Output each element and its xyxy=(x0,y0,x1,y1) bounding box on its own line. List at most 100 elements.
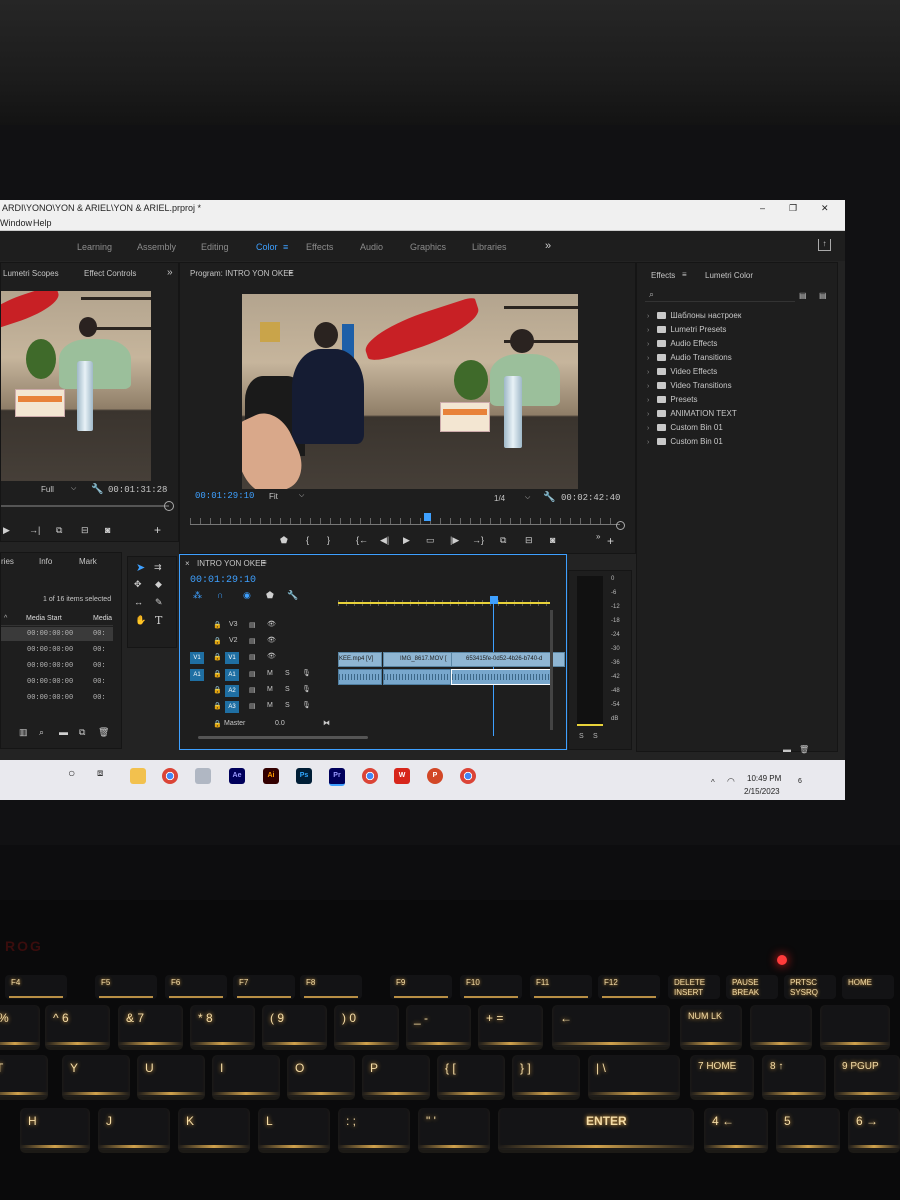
chrome-icon[interactable] xyxy=(162,768,178,784)
trash-icon[interactable]: 🗑 xyxy=(799,745,809,754)
find-icon[interactable]: ⌕ xyxy=(39,727,44,738)
play-icon[interactable]: ▶ xyxy=(403,535,410,546)
workspace-editing[interactable]: Editing xyxy=(201,242,229,252)
track-label-v2[interactable]: V2 xyxy=(229,637,238,644)
source-settings-icon[interactable]: 🔧 xyxy=(91,484,103,495)
add-marker-icon[interactable]: ⬟ xyxy=(266,590,274,601)
go-to-out-icon[interactable]: →} xyxy=(472,535,484,545)
key-num-4[interactable]: 4 ← xyxy=(704,1108,768,1153)
key-p[interactable]: P xyxy=(362,1055,430,1100)
solo-button[interactable]: S xyxy=(285,702,290,709)
effects-tree-item[interactable]: › Lumetri Presets xyxy=(647,325,726,334)
key-close-bracket[interactable]: } ] xyxy=(512,1055,580,1100)
program-menu-icon[interactable]: ≡ xyxy=(288,268,293,277)
resolution-dropdown-icon[interactable]: ⌵ xyxy=(525,494,530,502)
track-label-a1[interactable]: A1 xyxy=(225,669,239,681)
microphone-icon[interactable]: 🎙 xyxy=(302,685,311,693)
key-num-divide[interactable] xyxy=(750,1005,812,1050)
key-minus[interactable]: _ - xyxy=(406,1005,471,1050)
video-clip[interactable]: 653415fe-0d52-4b26-b740-d xyxy=(451,652,565,667)
effects-menu-icon[interactable]: ≡ xyxy=(682,270,687,279)
effects-search-input[interactable]: ⌕ xyxy=(645,289,795,302)
mute-button[interactable]: M xyxy=(267,686,273,693)
source-zoom-dropdown-icon[interactable]: ⌵ xyxy=(71,485,76,493)
effects-tree-item[interactable]: › Audio Transitions xyxy=(647,353,732,362)
key-t[interactable]: T xyxy=(0,1055,48,1100)
menu-window[interactable]: Window xyxy=(0,218,32,228)
master-volume[interactable]: 0.0 xyxy=(275,720,285,727)
eye-icon[interactable]: 👁 xyxy=(267,636,276,644)
tab-effects[interactable]: Effects xyxy=(651,271,675,280)
chrome-icon[interactable] xyxy=(460,768,476,784)
mark-out-icon[interactable]: } xyxy=(327,535,330,545)
key-l[interactable]: L xyxy=(258,1108,330,1153)
panel-overflow-icon[interactable]: » xyxy=(167,267,173,278)
source-scrubber[interactable] xyxy=(1,505,169,507)
workspace-libraries[interactable]: Libraries xyxy=(472,242,507,252)
effects-tree-item[interactable]: › Video Transitions xyxy=(647,381,732,390)
key-backspace[interactable]: ← xyxy=(552,1005,670,1050)
list-view-icon[interactable]: ▥ xyxy=(19,727,28,738)
fit-dropdown-icon[interactable]: ⌵ xyxy=(299,492,304,500)
microphone-icon[interactable]: 🎙 xyxy=(302,669,311,677)
nest-icon[interactable]: ⁂ xyxy=(193,590,202,601)
key-open-bracket[interactable]: { [ xyxy=(437,1055,505,1100)
step-back-icon[interactable]: ◀| xyxy=(380,535,389,546)
overwrite-icon[interactable]: ⊟ xyxy=(81,525,89,536)
tab-markers[interactable]: Mark xyxy=(79,557,97,566)
workspace-graphics[interactable]: Graphics xyxy=(410,242,446,252)
type-tool-icon[interactable]: T xyxy=(155,614,162,627)
insert-icon[interactable]: ⧉ xyxy=(500,535,506,546)
track-label-v1[interactable]: V1 xyxy=(225,652,239,664)
notification-center-icon[interactable]: 6 xyxy=(793,778,807,792)
sync-lock-icon[interactable]: ▤ xyxy=(249,621,256,629)
track-select-tool-icon[interactable]: ⇉ xyxy=(154,562,162,573)
selection-tool-icon[interactable]: ➤ xyxy=(136,561,145,574)
timeline-timecode[interactable]: 00:01:29:10 xyxy=(190,575,256,586)
lock-icon[interactable]: 🔒 xyxy=(213,686,222,694)
key-8[interactable]: * 8 xyxy=(190,1005,255,1050)
key-num-7[interactable]: 7 HOME xyxy=(690,1055,754,1100)
lock-icon[interactable]: 🔒 xyxy=(213,720,222,728)
clock-date[interactable]: 2/15/2023 xyxy=(744,787,780,796)
mute-button[interactable]: M xyxy=(267,670,273,677)
program-scrubber[interactable] xyxy=(190,513,620,525)
key-f12[interactable]: F12 xyxy=(598,975,660,999)
sync-lock-icon[interactable]: ▤ xyxy=(249,670,256,678)
timeline-playhead-handle[interactable] xyxy=(490,596,498,604)
step-forward-icon[interactable]: |▶ xyxy=(450,535,459,546)
program-settings-icon[interactable]: 🔧 xyxy=(543,492,555,503)
new-item-icon[interactable]: ⧉ xyxy=(79,727,85,738)
work-area-bar[interactable] xyxy=(338,602,550,604)
effects-tree-item[interactable]: › Custom Bin 01 xyxy=(647,423,723,432)
workspace-menu-icon[interactable]: ≡ xyxy=(283,242,288,252)
key-pause[interactable]: PAUSE BREAK xyxy=(726,975,778,999)
workspace-effects[interactable]: Effects xyxy=(306,242,333,252)
new-bin-icon[interactable]: ▬ xyxy=(59,727,68,737)
wps-office-icon[interactable]: W xyxy=(394,768,410,784)
track-label-v3[interactable]: V3 xyxy=(229,621,238,628)
key-f6[interactable]: F6 xyxy=(165,975,227,999)
wifi-icon[interactable]: ◠ xyxy=(727,776,735,787)
master-link-icon[interactable]: ⧓ xyxy=(323,719,330,727)
timeline-horizontal-scrollbar[interactable] xyxy=(198,736,368,739)
column-media[interactable]: Media xyxy=(93,615,112,622)
key-j[interactable]: J xyxy=(98,1108,170,1153)
key-enter[interactable]: ENTER xyxy=(498,1108,694,1153)
key-quote[interactable]: " ' xyxy=(418,1108,490,1153)
sort-icon[interactable]: ^ xyxy=(4,615,7,622)
workspace-assembly[interactable]: Assembly xyxy=(137,242,176,252)
key-k[interactable]: K xyxy=(178,1108,250,1153)
key-f11[interactable]: F11 xyxy=(530,975,592,999)
export-frame-icon[interactable]: ◙ xyxy=(105,525,110,535)
fit-select[interactable]: Fit xyxy=(269,492,278,501)
key-f9[interactable]: F9 xyxy=(390,975,452,999)
resolution-select[interactable]: 1/4 xyxy=(494,494,505,503)
source-patch-a1[interactable]: A1 xyxy=(190,669,204,681)
clock-time[interactable]: 10:49 PM xyxy=(747,774,781,783)
slip-tool-icon[interactable]: ↔ xyxy=(134,597,143,607)
add-marker-icon[interactable]: ⬟ xyxy=(280,535,288,546)
overwrite-icon[interactable]: ⊟ xyxy=(525,535,533,546)
key-o[interactable]: O xyxy=(287,1055,355,1100)
mute-button[interactable]: M xyxy=(267,702,273,709)
